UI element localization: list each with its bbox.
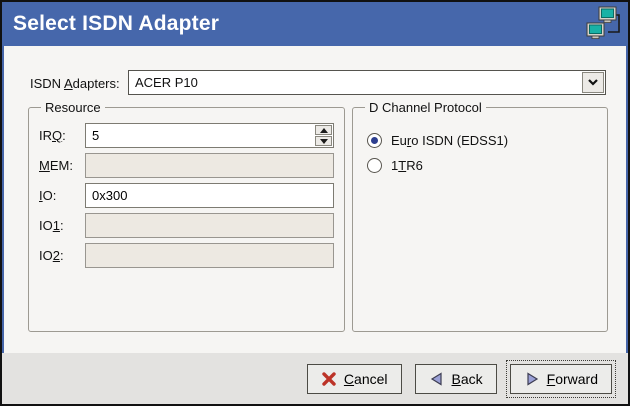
page-title: Select ISDN Adapter [13, 12, 219, 36]
io2-label: IO2: [39, 248, 85, 263]
spin-down-button[interactable] [315, 136, 332, 146]
chevron-down-icon [588, 79, 598, 86]
arrow-left-icon [429, 371, 445, 387]
arrow-up-icon [320, 128, 328, 133]
io-input[interactable] [85, 183, 334, 208]
io-label: IO: [39, 188, 85, 203]
irq-spinner [315, 125, 332, 146]
back-button[interactable]: Back [415, 364, 497, 394]
cancel-x-icon [321, 371, 337, 387]
isdn-adapter-dialog: Select ISDN Adapter ISDN Adapters: ACER … [0, 0, 630, 406]
mem-input [85, 153, 334, 178]
mem-row: MEM: [39, 153, 334, 178]
radio-unselected-icon[interactable] [367, 158, 382, 173]
io1-row: IO1: [39, 213, 334, 238]
io2-input [85, 243, 334, 268]
back-button-label: Back [452, 371, 483, 387]
spin-up-button[interactable] [315, 125, 332, 135]
network-computers-icon [585, 6, 621, 42]
mem-label: MEM: [39, 158, 85, 173]
isdn-adapters-label: ISDN Adapters: [30, 76, 120, 91]
cancel-button-label: Cancel [344, 371, 388, 387]
radio-selected-icon[interactable] [367, 133, 382, 148]
irq-row: IRQ: [39, 123, 334, 148]
dialog-button-bar: Cancel Back Forward [2, 353, 628, 404]
io1-label: IO1: [39, 218, 85, 233]
arrow-down-icon [320, 139, 328, 144]
radio-1tr6-label: 1TR6 [391, 158, 423, 173]
resource-group-legend: Resource [41, 100, 105, 115]
dialog-titlebar: Select ISDN Adapter [2, 2, 628, 46]
radio-euro-isdn[interactable]: Euro ISDN (EDSS1) [367, 133, 599, 148]
d-channel-protocol-legend: D Channel Protocol [365, 100, 486, 115]
radio-euro-isdn-label: Euro ISDN (EDSS1) [391, 133, 508, 148]
forward-button-label: Forward [547, 371, 598, 387]
arrow-right-icon [524, 371, 540, 387]
forward-button[interactable]: Forward [510, 364, 612, 394]
cancel-button[interactable]: Cancel [307, 364, 402, 394]
io1-input [85, 213, 334, 238]
irq-label: IRQ: [39, 128, 85, 143]
dialog-content: ISDN Adapters: ACER P10 Resource IRQ: [2, 46, 628, 355]
io2-row: IO2: [39, 243, 334, 268]
irq-input[interactable] [86, 124, 314, 147]
radio-1tr6[interactable]: 1TR6 [367, 158, 599, 173]
combobox-dropdown-button[interactable] [582, 72, 604, 93]
combobox-value: ACER P10 [129, 71, 581, 94]
irq-spinbox[interactable] [85, 123, 334, 148]
io-row: IO: [39, 183, 334, 208]
resource-group: Resource IRQ: MEM: IO: [28, 100, 345, 332]
adapters-combobox[interactable]: ACER P10 [128, 70, 606, 95]
d-channel-protocol-group: D Channel Protocol Euro ISDN (EDSS1) 1TR… [352, 100, 608, 332]
